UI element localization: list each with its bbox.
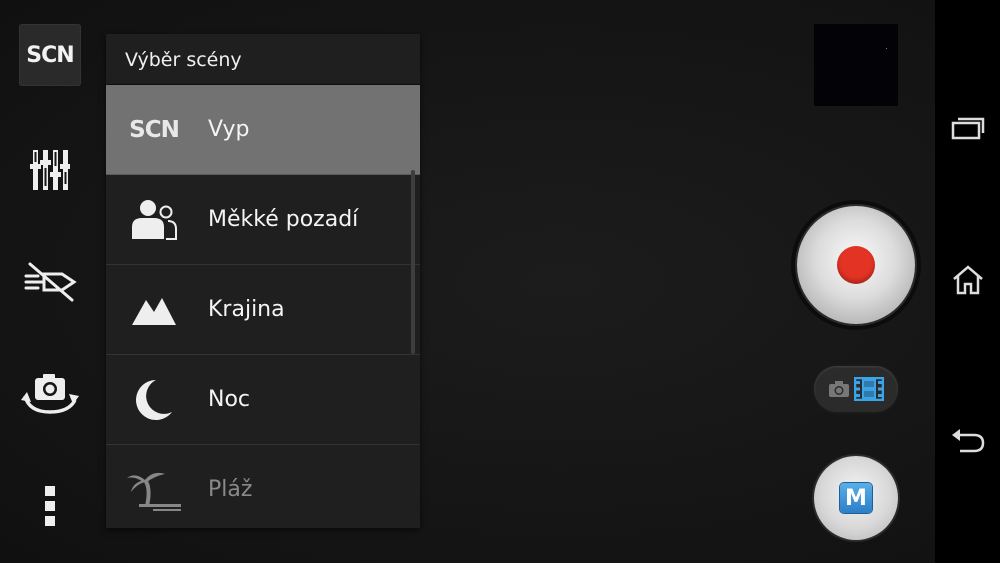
photo-video-mode-switch[interactable] xyxy=(814,366,898,412)
recent-apps-button[interactable] xyxy=(935,98,1000,158)
back-button[interactable] xyxy=(935,410,1000,470)
switch-camera-icon xyxy=(21,374,79,414)
menu-scrollbar[interactable] xyxy=(411,170,415,354)
left-toolbar: SCN xyxy=(0,0,100,563)
back-arrow-icon xyxy=(951,429,984,453)
settings-button[interactable] xyxy=(18,138,82,202)
more-options-button[interactable] xyxy=(18,474,82,538)
scene-option-off[interactable]: SCN Vyp xyxy=(106,85,420,175)
night-moon-icon xyxy=(136,379,172,420)
home-button[interactable] xyxy=(935,250,1000,310)
scene-option-label: Vyp xyxy=(208,117,250,142)
flash-button[interactable] xyxy=(18,250,82,314)
scn-icon: SCN xyxy=(129,116,180,143)
scene-option-label: Pláž xyxy=(208,477,253,502)
flash-off-icon xyxy=(24,262,77,302)
scene-mode-label: SCN xyxy=(26,42,74,68)
record-button[interactable] xyxy=(791,200,921,330)
more-menu-icon xyxy=(45,486,55,526)
landscape-mountain-icon xyxy=(132,297,176,325)
scene-option-landscape[interactable]: Krajina xyxy=(106,265,420,355)
menu-title: Výběr scény xyxy=(106,34,420,85)
scene-option-label: Krajina xyxy=(208,297,285,322)
manual-mode-label: M xyxy=(840,483,872,513)
scene-mode-button[interactable]: SCN xyxy=(19,24,81,86)
settings-sliders-icon xyxy=(30,150,70,190)
scene-option-night[interactable]: Noc xyxy=(106,355,420,445)
beach-palm-icon xyxy=(127,472,181,511)
film-icon xyxy=(854,377,884,401)
soft-snap-portrait-icon xyxy=(132,199,177,240)
home-icon xyxy=(952,265,983,295)
camera-icon xyxy=(829,381,849,397)
record-dot-icon xyxy=(837,246,875,284)
switch-camera-button[interactable] xyxy=(18,362,82,426)
manual-mode-button[interactable]: M xyxy=(814,456,898,540)
last-photo-thumbnail[interactable] xyxy=(814,24,898,106)
scene-option-label: Měkké pozadí xyxy=(208,207,359,232)
scene-selection-menu: Výběr scény SCN Vyp Měkké pozadí Krajina xyxy=(106,34,420,528)
scene-option-soft-snap[interactable]: Měkké pozadí xyxy=(106,175,420,265)
scene-option-label: Noc xyxy=(208,387,251,412)
scene-option-beach[interactable]: Pláž xyxy=(106,445,420,528)
system-navigation-bar xyxy=(935,0,1000,563)
recent-apps-icon xyxy=(951,117,984,140)
